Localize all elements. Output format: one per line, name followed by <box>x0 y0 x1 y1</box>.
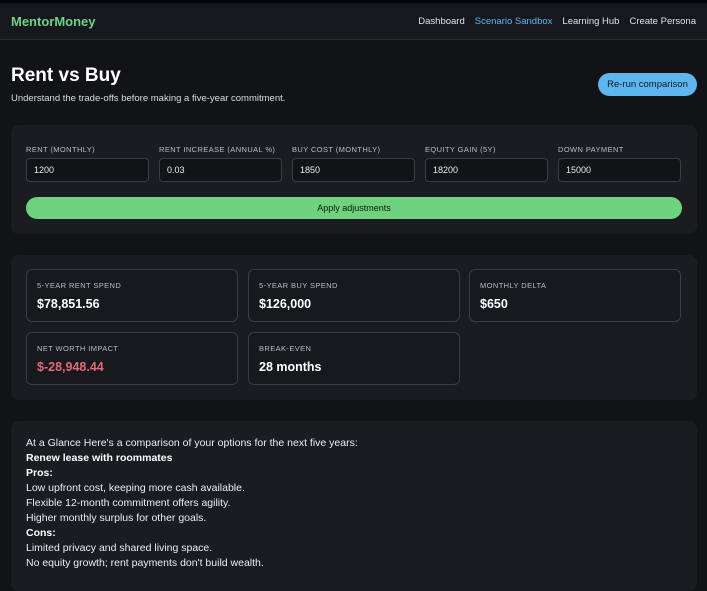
top-navigation-bar: MentorMoney Dashboard Scenario Sandbox L… <box>0 0 707 40</box>
stat-value: $126,000 <box>259 297 312 311</box>
stat-card-net-worth-impact: Net worth impact $-28,948.44 <box>26 332 238 385</box>
stat-label: 5-year rent spend <box>37 281 122 290</box>
stat-card-break-even: Break-even 28 months <box>248 332 460 385</box>
stat-label: Break-even <box>259 344 312 353</box>
stat-value: $650 <box>480 297 508 311</box>
con-item: No equity growth; rent payments don't bu… <box>26 557 264 569</box>
nav-dashboard[interactable]: Dashboard <box>418 16 464 27</box>
rent-monthly-label: Rent (monthly) <box>26 145 96 154</box>
stat-card-buy-spend: 5-year buy spend $126,000 <box>248 269 460 322</box>
down-payment-input[interactable] <box>558 158 681 182</box>
apply-adjustments-button[interactable]: Apply adjustments <box>26 197 682 219</box>
results-panel: 5-year rent spend $78,851.56 5-year buy … <box>11 255 697 400</box>
option-title: Renew lease with roommates <box>26 452 173 464</box>
con-item: Limited privacy and shared living space. <box>26 542 213 554</box>
main-nav: Dashboard Scenario Sandbox Learning Hub … <box>418 16 696 27</box>
down-payment-label: Down payment <box>558 145 624 154</box>
adjustments-panel: Rent (monthly) Rent increase (annual %) … <box>11 125 697 234</box>
stat-label: Monthly delta <box>480 281 547 290</box>
cons-heading: Cons: <box>26 527 56 539</box>
stat-card-rent-spend: 5-year rent spend $78,851.56 <box>26 269 238 322</box>
nav-learning-hub[interactable]: Learning Hub <box>562 16 619 27</box>
stat-label: 5-year buy spend <box>259 281 338 290</box>
pro-item: Low upfront cost, keeping more cash avai… <box>26 482 245 494</box>
stat-value: 28 months <box>259 360 322 374</box>
page-subtitle: Understand the trade-offs before making … <box>11 93 286 104</box>
equity-gain-input[interactable] <box>425 158 548 182</box>
at-a-glance-panel: At a Glance Here's a comparison of your … <box>11 421 697 591</box>
pro-item: Higher monthly surplus for other goals. <box>26 512 207 524</box>
stat-card-monthly-delta: Monthly delta $650 <box>469 269 681 322</box>
stat-value-negative: $-28,948.44 <box>37 360 104 374</box>
pro-item: Flexible 12-month commitment offers agil… <box>26 497 231 509</box>
nav-create-persona[interactable]: Create Persona <box>629 16 696 27</box>
rent-monthly-input[interactable] <box>26 158 149 182</box>
rent-increase-input[interactable] <box>159 158 282 182</box>
pros-heading: Pros: <box>26 467 53 479</box>
page-title: Rent vs Buy <box>11 65 121 86</box>
buy-cost-label: Buy cost (monthly) <box>292 145 381 154</box>
equity-gain-label: Equity gain (5y) <box>425 145 496 154</box>
nav-scenario-sandbox[interactable]: Scenario Sandbox <box>475 16 553 27</box>
glance-intro: At a Glance Here's a comparison of your … <box>26 437 358 449</box>
stat-value: $78,851.56 <box>37 297 100 311</box>
rerun-comparison-button[interactable]: Re-run comparison <box>598 73 697 96</box>
brand-logo[interactable]: MentorMoney <box>11 14 96 29</box>
stat-label: Net worth impact <box>37 344 119 353</box>
rent-increase-label: Rent increase (annual %) <box>159 145 276 154</box>
buy-cost-input[interactable] <box>292 158 415 182</box>
